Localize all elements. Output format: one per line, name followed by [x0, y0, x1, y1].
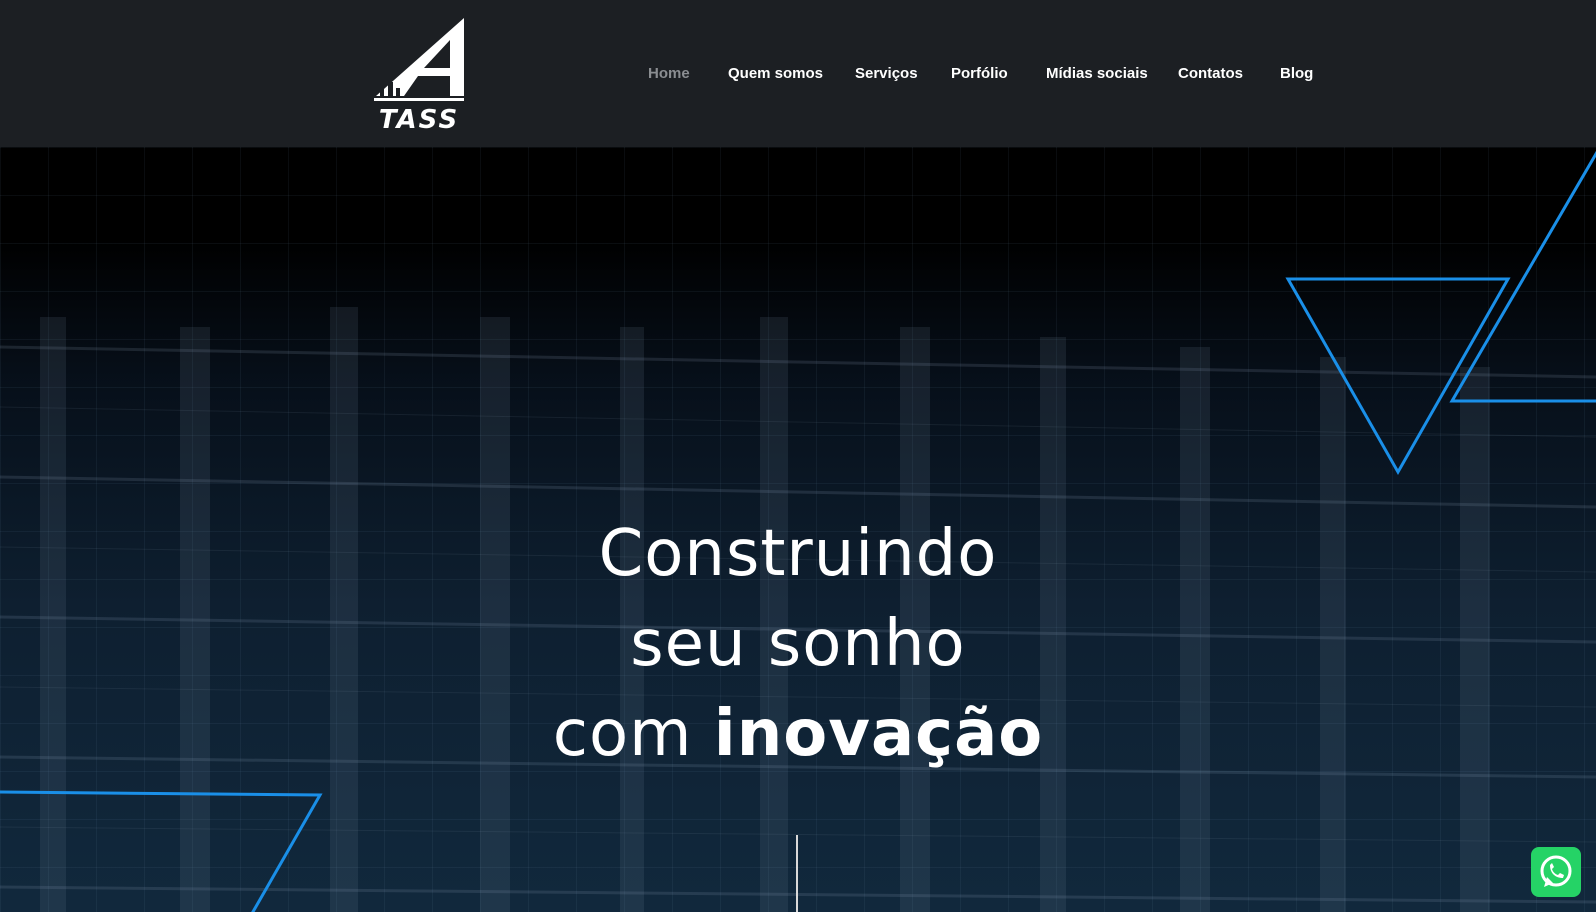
site-header: TASS Home Quem somos Serviços Porfólio M… — [0, 0, 1596, 147]
scroll-indicator-line — [796, 835, 798, 912]
nav-portfolio[interactable]: Porfólio — [951, 62, 1008, 86]
nav-quem-somos[interactable]: Quem somos — [728, 62, 823, 86]
main-nav: Home Quem somos Serviços Porfólio Mídias… — [0, 62, 1596, 86]
hero-section: Construindo seu sonho com inovação — [0, 147, 1596, 912]
hero-headline: Construindo seu sonho com inovação — [0, 509, 1596, 779]
headline-line-3-bold: inovação — [713, 697, 1044, 771]
whatsapp-button[interactable] — [1531, 847, 1581, 897]
nav-blog[interactable]: Blog — [1280, 62, 1313, 86]
headline-line-2: seu sonho — [630, 607, 966, 681]
whatsapp-icon — [1540, 855, 1572, 887]
headline-line-3-prefix: com — [552, 697, 714, 771]
headline-line-1: Construindo — [598, 517, 998, 591]
nav-midias-sociais[interactable]: Mídias sociais — [1046, 62, 1148, 86]
logo-wordmark: TASS — [379, 105, 459, 130]
nav-contatos[interactable]: Contatos — [1178, 62, 1243, 86]
nav-home[interactable]: Home — [648, 62, 690, 86]
nav-servicos[interactable]: Serviços — [855, 62, 918, 86]
